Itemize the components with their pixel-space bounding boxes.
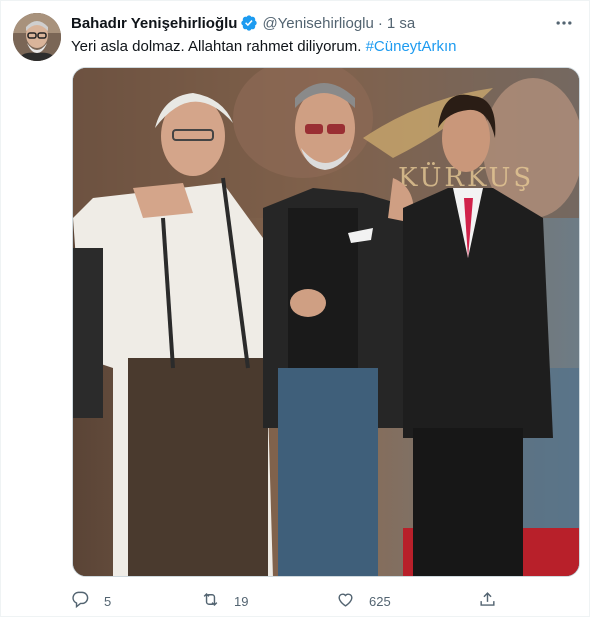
photo-three-men: KÜRKUŞ: [73, 68, 579, 576]
avatar-photo: [13, 13, 61, 61]
tweet-actions: 5 19 625: [71, 589, 511, 613]
more-options-icon[interactable]: [553, 13, 575, 33]
author-avatar[interactable]: [13, 13, 61, 61]
reply-icon: [71, 590, 90, 612]
retweet-button[interactable]: 19: [201, 589, 248, 613]
like-count: 625: [369, 593, 391, 609]
retweet-count: 19: [234, 593, 249, 609]
reply-count: 5: [104, 593, 112, 609]
verified-badge-icon: [240, 14, 258, 32]
author-handle[interactable]: @Yenisehirlioglu: [262, 15, 373, 32]
tweet-header: Bahadır Yenişehirlioğlu @Yenisehirlioglu…: [71, 13, 577, 33]
tweet-timestamp[interactable]: 1 sa: [387, 15, 415, 32]
separator-dot: ·: [377, 14, 383, 32]
like-button[interactable]: 625: [336, 589, 391, 613]
author-name[interactable]: Bahadır Yenişehirlioğlu: [71, 15, 237, 32]
tweet-text: Yeri asla dolmaz. Allahtan rahmet diliyo…: [71, 37, 569, 57]
reply-button[interactable]: 5: [71, 589, 111, 613]
tweet-image[interactable]: KÜRKUŞ: [72, 67, 580, 577]
like-icon: [336, 590, 355, 612]
hashtag-link[interactable]: #CüneytArkın: [366, 38, 457, 55]
retweet-icon: [201, 590, 220, 612]
tweet-body: Yeri asla dolmaz. Allahtan rahmet diliyo…: [71, 38, 362, 55]
share-button[interactable]: [478, 589, 497, 613]
tweet-card[interactable]: Bahadır Yenişehirlioğlu @Yenisehirlioglu…: [0, 0, 590, 617]
share-icon: [478, 590, 497, 612]
